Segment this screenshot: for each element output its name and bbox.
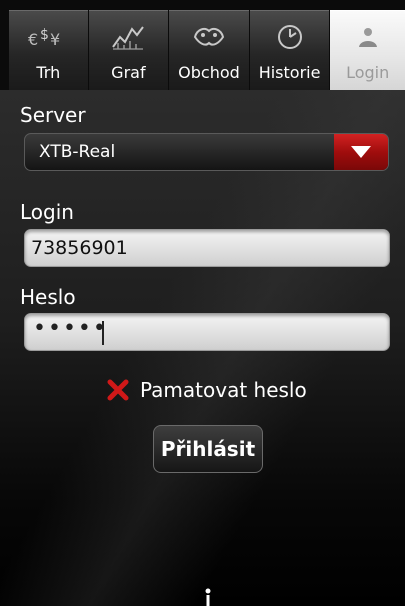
server-select[interactable]: XTB-Real [24,133,389,171]
server-value: XTB-Real [39,142,116,162]
tab-graf[interactable]: Graf [88,10,169,90]
svg-text:€: € [28,30,38,49]
currency-exchange-icon: € $ ¥ [9,21,88,53]
user-icon [330,21,405,53]
svg-text:¥: ¥ [50,30,60,49]
remember-password-label: Pamatovat heslo [140,378,307,402]
tab-label: Obchod [178,63,240,82]
tab-login[interactable]: Login [330,10,405,90]
scroll-indicator-icon [205,588,211,606]
text-cursor [102,321,104,345]
password-value: ••••• [33,316,108,341]
login-input[interactable]: 73856901 [24,229,390,267]
login-label: Login [20,200,74,224]
clock-icon [250,21,330,53]
dropdown-button[interactable] [334,134,388,170]
tab-historie[interactable]: Historie [249,10,330,90]
remember-password-checkbox[interactable]: Pamatovat heslo [106,375,307,405]
unchecked-x-icon [107,379,129,401]
tab-obchod[interactable]: Obchod [169,10,249,90]
login-value: 73856901 [31,237,128,259]
svg-text:$: $ [40,27,49,43]
trade-icon [169,21,249,53]
tab-bar: € $ ¥ Trh Graf Obchod Historie Login [0,0,405,90]
tab-label: Graf [111,63,146,82]
tab-trh[interactable]: € $ ¥ Trh [9,10,88,90]
server-label: Server [20,103,86,127]
chart-icon [89,21,169,53]
tab-label: Login [346,63,390,82]
tab-label: Historie [258,63,321,82]
tab-label: Trh [36,63,61,82]
password-input[interactable]: ••••• [24,313,390,351]
chevron-down-icon [351,146,371,158]
login-button[interactable]: Přihlásit [153,425,263,473]
password-label: Heslo [20,285,76,309]
